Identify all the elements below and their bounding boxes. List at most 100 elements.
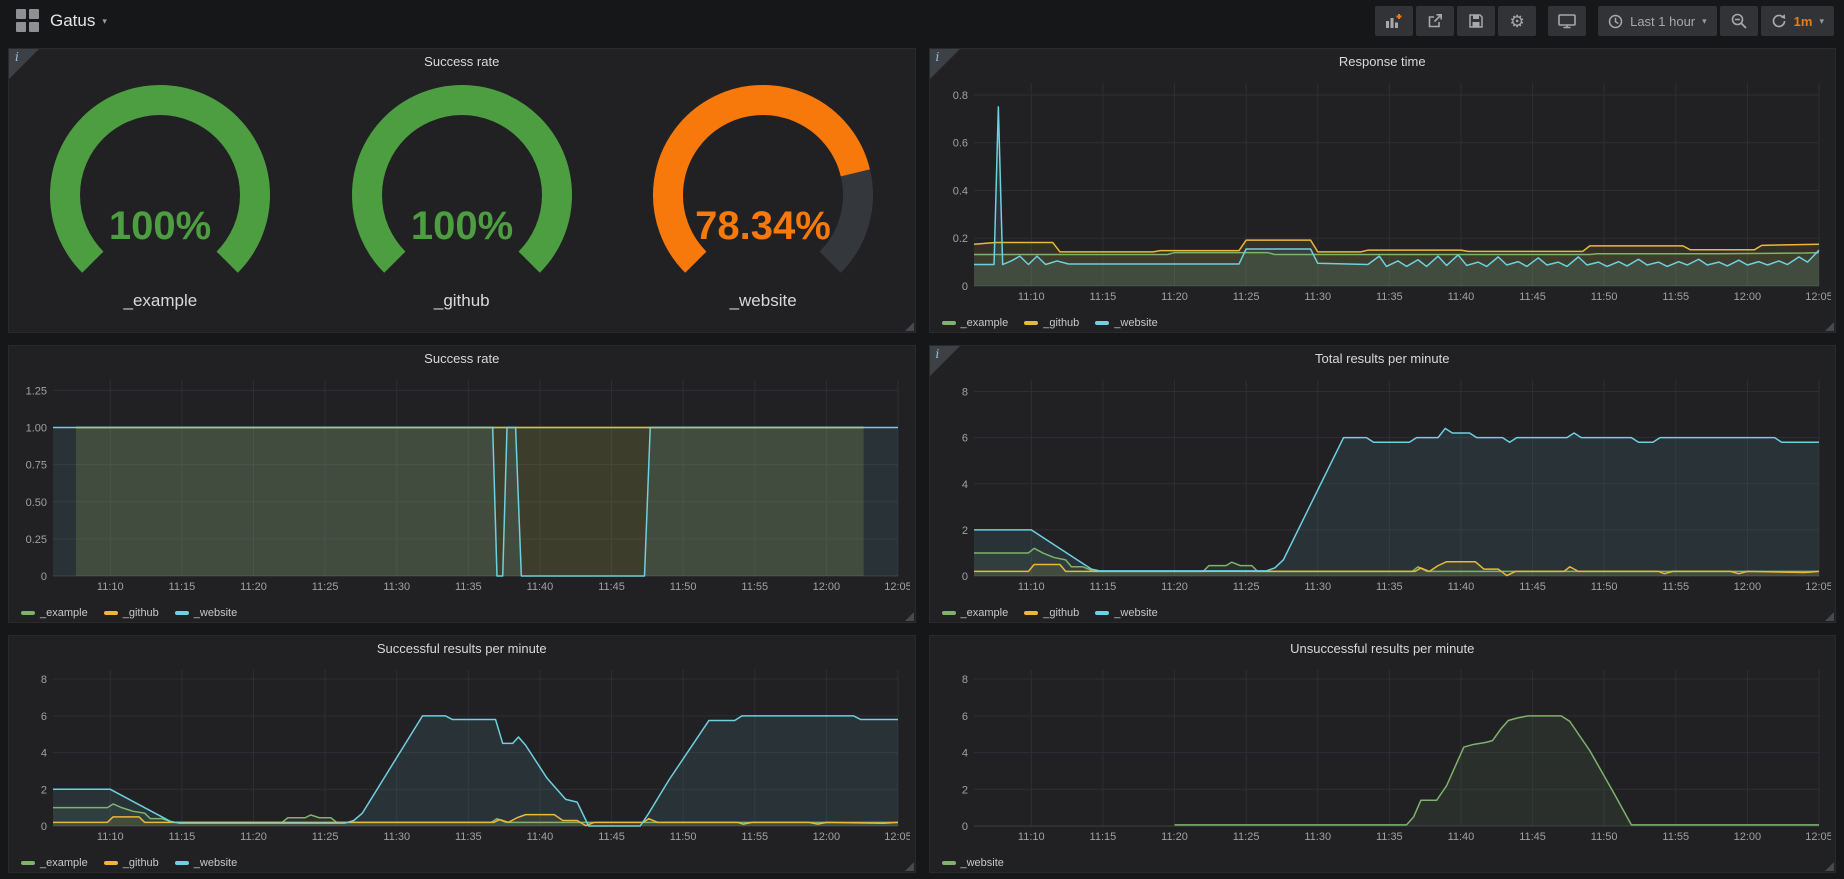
svg-text:12:00: 12:00 [1733, 831, 1761, 843]
legend-item-website[interactable]: _website [1095, 607, 1157, 619]
info-icon[interactable]: i [15, 50, 19, 64]
legend-item-github[interactable]: _github [104, 607, 159, 619]
svg-text:11:10: 11:10 [97, 581, 124, 593]
svg-text:11:20: 11:20 [240, 831, 267, 843]
gauge-github: 100%_github [312, 83, 612, 311]
svg-text:11:40: 11:40 [1447, 581, 1474, 593]
svg-text:11:50: 11:50 [1590, 831, 1617, 843]
panel-title[interactable]: Response time [930, 49, 1836, 75]
svg-text:8: 8 [41, 674, 47, 686]
legend-item-example[interactable]: _example [21, 607, 88, 619]
svg-text:11:20: 11:20 [240, 581, 267, 593]
legend-series-label: _example [961, 317, 1009, 329]
svg-text:11:20: 11:20 [1161, 581, 1188, 593]
legend-item-website[interactable]: _website [175, 857, 237, 869]
svg-text:0: 0 [961, 571, 967, 583]
svg-text:11:55: 11:55 [741, 831, 768, 843]
svg-text:11:30: 11:30 [1304, 581, 1331, 593]
info-icon[interactable]: i [936, 50, 940, 64]
legend-series-label: _website [1114, 607, 1157, 619]
svg-text:0.4: 0.4 [952, 185, 967, 197]
legend-item-example[interactable]: _example [942, 607, 1009, 619]
dashboard-settings-button[interactable]: ⚙ [1498, 6, 1536, 36]
legend-series-color-dash [1024, 321, 1038, 325]
total-results-chart[interactable]: 11:1011:1511:2011:2511:3011:3511:4011:45… [932, 372, 1831, 596]
svg-text:11:40: 11:40 [527, 831, 554, 843]
svg-text:2: 2 [961, 525, 967, 537]
svg-text:11:45: 11:45 [1519, 831, 1546, 843]
legend-item-example[interactable]: _example [21, 857, 88, 869]
cycle-view-mode-button[interactable] [1548, 6, 1586, 36]
dashboard-title-caret-icon[interactable]: ▾ [102, 16, 107, 27]
legend-item-example[interactable]: _example [942, 317, 1009, 329]
panel-successful-results: Successful results per minute 11:1011:15… [8, 635, 916, 873]
refresh-picker[interactable]: 1m ▾ [1761, 6, 1834, 36]
save-dashboard-button[interactable] [1457, 6, 1495, 36]
add-panel-button[interactable] [1375, 6, 1413, 36]
svg-text:6: 6 [961, 433, 967, 445]
response-time-chart[interactable]: 11:1011:1511:2011:2511:3011:3511:4011:45… [932, 75, 1831, 306]
success-rate-chart[interactable]: 11:1011:1511:2011:2511:3011:3511:4011:45… [11, 372, 910, 596]
chart-legend: _example _github _website [9, 851, 915, 873]
zoom-out-button[interactable] [1720, 6, 1758, 36]
panel-title[interactable]: Success rate [9, 49, 915, 75]
svg-text:11:20: 11:20 [1161, 291, 1188, 303]
panel-resize-handle[interactable] [905, 862, 914, 871]
legend-item-github[interactable]: _github [1024, 317, 1079, 329]
svg-text:11:35: 11:35 [455, 581, 482, 593]
panel-resize-handle[interactable] [1825, 612, 1834, 621]
legend-series-color-dash [1095, 611, 1109, 615]
svg-text:0.75: 0.75 [26, 460, 47, 472]
panel-resize-handle[interactable] [905, 612, 914, 621]
legend-series-label: _website [194, 607, 237, 619]
svg-text:11:50: 11:50 [670, 581, 697, 593]
chart-legend: _example _github _website [9, 601, 915, 623]
panel-resize-handle[interactable] [1825, 862, 1834, 871]
svg-text:11:50: 11:50 [670, 831, 697, 843]
gauge-label: _github [434, 291, 490, 311]
svg-text:11:35: 11:35 [455, 831, 482, 843]
panel-title[interactable]: Success rate [9, 346, 915, 372]
svg-text:11:55: 11:55 [1662, 831, 1689, 843]
svg-text:11:15: 11:15 [169, 581, 196, 593]
legend-series-color-dash [21, 861, 35, 865]
svg-text:11:55: 11:55 [741, 581, 768, 593]
panel-info-corner[interactable] [9, 49, 39, 79]
grafana-grid-logo-icon[interactable] [16, 9, 40, 33]
svg-text:11:15: 11:15 [169, 831, 196, 843]
legend-item-github[interactable]: _github [1024, 607, 1079, 619]
legend-series-color-dash [942, 861, 956, 865]
svg-text:12:05: 12:05 [884, 831, 910, 843]
legend-item-website[interactable]: _website [942, 857, 1004, 869]
panel-title[interactable]: Unsuccessful results per minute [930, 636, 1836, 662]
svg-text:0: 0 [41, 821, 47, 833]
legend-series-color-dash [1095, 321, 1109, 325]
unsuccessful-results-chart[interactable]: 11:1011:1511:2011:2511:3011:3511:4011:45… [932, 662, 1831, 846]
legend-series-label: _example [40, 607, 88, 619]
info-icon[interactable]: i [936, 347, 940, 361]
legend-series-color-dash [1024, 611, 1038, 615]
svg-text:12:05: 12:05 [884, 581, 910, 593]
legend-item-github[interactable]: _github [104, 857, 159, 869]
time-range-caret-icon: ▾ [1702, 16, 1707, 27]
svg-text:4: 4 [961, 748, 967, 760]
legend-series-color-dash [175, 861, 189, 865]
panel-resize-handle[interactable] [905, 322, 914, 331]
legend-item-website[interactable]: _website [1095, 317, 1157, 329]
legend-series-label: _example [961, 607, 1009, 619]
gauges-row: 100%_example100%_github78.34%_website [9, 75, 915, 332]
legend-item-website[interactable]: _website [175, 607, 237, 619]
svg-text:0.50: 0.50 [26, 497, 47, 509]
panel-unsuccessful-results: Unsuccessful results per minute 11:1011:… [929, 635, 1837, 873]
svg-text:1.00: 1.00 [26, 423, 47, 435]
panel-resize-handle[interactable] [1825, 322, 1834, 331]
share-dashboard-button[interactable] [1416, 6, 1454, 36]
panel-title[interactable]: Successful results per minute [9, 636, 915, 662]
clock-icon [1608, 14, 1623, 29]
successful-results-chart[interactable]: 11:1011:1511:2011:2511:3011:3511:4011:45… [11, 662, 910, 846]
legend-series-color-dash [104, 861, 118, 865]
time-range-picker[interactable]: Last 1 hour ▾ [1598, 6, 1717, 36]
panel-title[interactable]: Total results per minute [930, 346, 1836, 372]
svg-text:11:15: 11:15 [1089, 581, 1116, 593]
dashboard-title[interactable]: Gatus [50, 11, 95, 31]
